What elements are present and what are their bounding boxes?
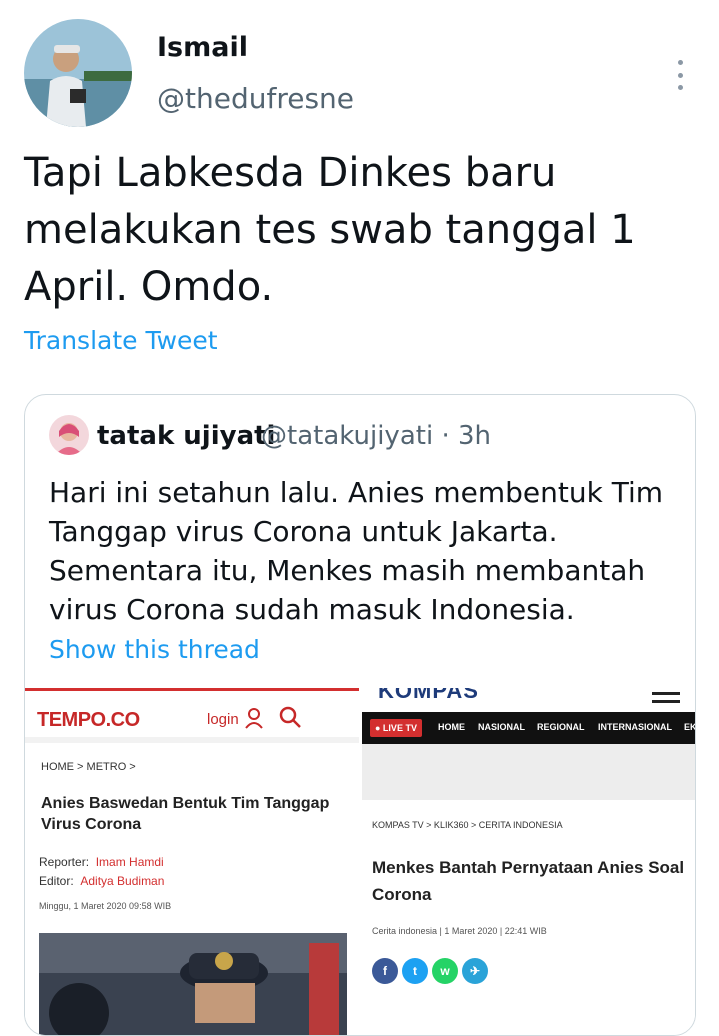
- tempo-logo: TEMPO.CO: [37, 709, 140, 731]
- nav-internasional: INTERNASIONAL: [598, 722, 672, 732]
- search-icon: [278, 705, 302, 734]
- quoted-tweet[interactable]: tatak ujiyati @tatakujiyati · 3h Hari in…: [24, 394, 696, 1036]
- more-options-icon[interactable]: [670, 60, 690, 90]
- tweet-text: Tapi Labkesda Dinkes baru melakukan tes …: [24, 150, 636, 310]
- nav-ekonomi: EK: [684, 722, 695, 732]
- kompas-nav-bar: ● LIVE TV HOME NASIONAL REGIONAL INTERNA…: [362, 712, 695, 744]
- reporter-label: Reporter:: [39, 855, 90, 869]
- translate-tweet-link[interactable]: Translate Tweet: [24, 326, 218, 355]
- kompas-headline: Menkes Bantah Pernyataan Anies Soal Coro…: [372, 858, 685, 904]
- tempo-headline: Anies Baswedan Bentuk Tim Tanggap Virus …: [41, 795, 330, 833]
- live-tv-badge: ● LIVE TV: [370, 719, 422, 737]
- show-thread-link[interactable]: Show this thread: [49, 635, 260, 664]
- nav-home: HOME: [438, 722, 465, 732]
- news-photo: [39, 933, 347, 1035]
- kompas-breadcrumb: KOMPAS TV > KLIK360 > CERITA INDONESIA: [372, 820, 563, 830]
- twitter-icon: t: [402, 958, 428, 984]
- reporter-name: Imam Hamdi: [95, 855, 164, 869]
- divider: [25, 737, 359, 743]
- editor-name: Aditya Budiman: [80, 874, 165, 888]
- tempo-credits: Reporter: Imam Hamdi Editor: Aditya Budi…: [39, 853, 164, 891]
- share-buttons: f t w ✈: [372, 958, 488, 984]
- tempo-breadcrumb: HOME > METRO >: [41, 761, 136, 773]
- quoted-tweet-text: Hari ini setahun lalu. Anies membentuk T…: [49, 476, 664, 626]
- user-icon: [243, 707, 265, 734]
- quoted-avatar[interactable]: [49, 415, 89, 455]
- nav-regional: REGIONAL: [537, 722, 585, 732]
- tempo-date: Minggu, 1 Maret 2020 09:58 WIB: [39, 901, 172, 911]
- menu-icon: [652, 692, 680, 706]
- quoted-author-name[interactable]: tatak ujiyati: [97, 421, 275, 451]
- kompas-screenshot-image[interactable]: KOMPAS ● LIVE TV HOME NASIONAL REGIONAL …: [362, 688, 695, 1035]
- tempo-login-label: login: [207, 711, 239, 728]
- tempo-screenshot-image[interactable]: TEMPO.CO login HOME > METRO > Anies Basw…: [25, 688, 359, 1035]
- nav-nasional: NASIONAL: [478, 722, 525, 732]
- author-name[interactable]: Ismail: [157, 32, 248, 63]
- editor-label: Editor:: [39, 874, 74, 888]
- kompas-meta: Cerita indonesia | 1 Maret 2020 | 22:41 …: [372, 926, 547, 936]
- kompas-banner: [362, 744, 695, 800]
- whatsapp-icon: w: [432, 958, 458, 984]
- quoted-author-meta[interactable]: @tatakujiyati · 3h: [261, 421, 491, 451]
- author-avatar[interactable]: [24, 19, 132, 127]
- facebook-icon: f: [372, 958, 398, 984]
- author-handle[interactable]: @thedufresne: [157, 82, 354, 115]
- kompas-logo: KOMPAS: [378, 688, 479, 703]
- telegram-icon: ✈: [462, 958, 488, 984]
